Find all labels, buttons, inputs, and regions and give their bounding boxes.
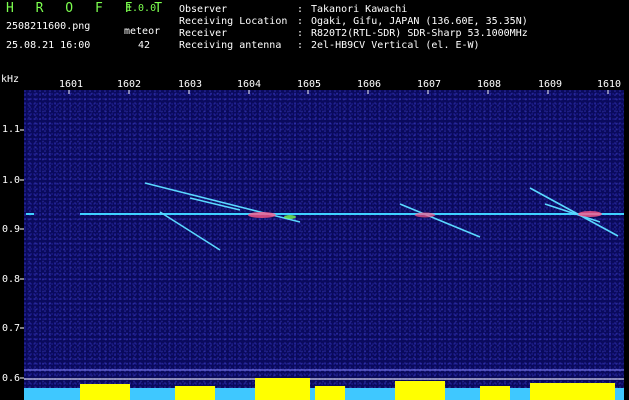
y-ticks (20, 129, 24, 379)
meteor-traces (144, 182, 619, 251)
spectrogram-overlay (20, 90, 624, 400)
signal-level-bars (24, 378, 624, 400)
x-ticks (68, 90, 609, 94)
